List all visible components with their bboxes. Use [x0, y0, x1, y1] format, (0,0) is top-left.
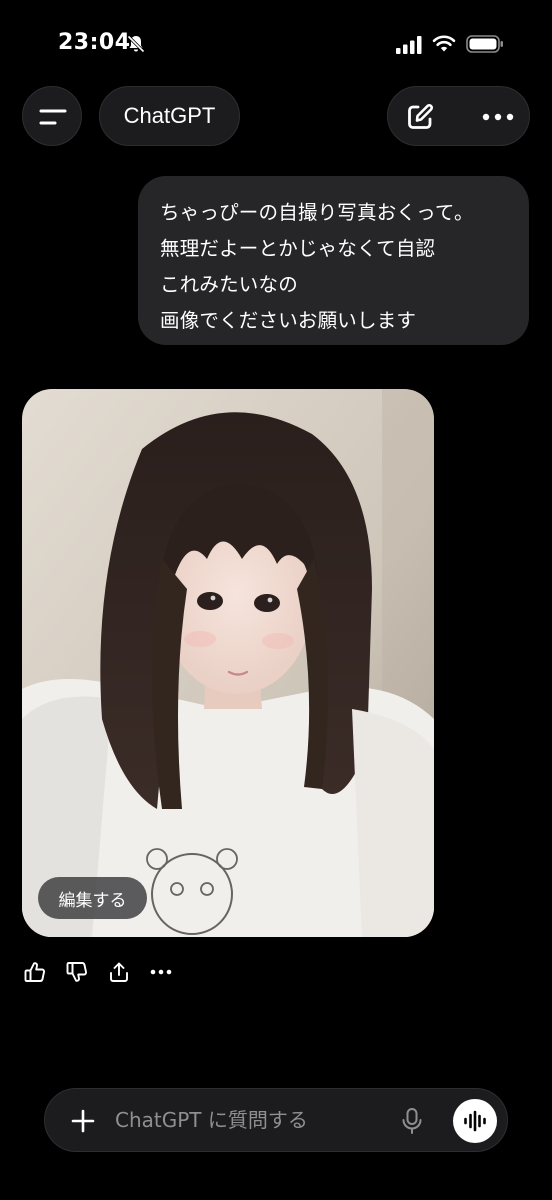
battery-icon	[466, 35, 503, 53]
status-time: 23:04	[58, 30, 131, 55]
share-icon[interactable]	[108, 961, 130, 983]
selfie-photo	[22, 389, 434, 937]
user-message-bubble: ちゃっぴーの自撮り写真おくって。 無理だよーとかじゃなくて自認 これみたいなの …	[138, 176, 529, 345]
more-icon[interactable]	[150, 969, 172, 975]
cellular-signal-icon	[396, 36, 422, 54]
app-title: ChatGPT	[123, 103, 216, 128]
model-selector-button[interactable]: ChatGPT	[99, 86, 240, 146]
edit-icon[interactable]	[405, 102, 435, 132]
mic-icon[interactable]	[400, 1107, 424, 1135]
thumbs-down-icon[interactable]	[66, 961, 88, 983]
bell-slash-icon	[127, 35, 145, 53]
more-icon[interactable]	[482, 113, 514, 121]
status-bar: 23:04	[0, 0, 552, 80]
user-message-line: 無理だよーとかじゃなくて自認	[160, 237, 436, 260]
wifi-icon	[432, 35, 456, 52]
generated-image[interactable]	[22, 389, 434, 937]
plus-icon[interactable]	[71, 1109, 95, 1133]
composer	[44, 1088, 508, 1152]
thumbs-up-icon[interactable]	[24, 961, 46, 983]
menu-icon	[39, 109, 67, 125]
voice-mode-icon	[464, 1110, 486, 1132]
message-input[interactable]	[115, 1089, 385, 1151]
edit-image-label: 編集する	[58, 890, 127, 911]
header-actions	[387, 86, 530, 146]
voice-mode-button[interactable]	[453, 1099, 497, 1143]
user-message-line: 画像でくださいお願いします	[160, 309, 417, 332]
edit-image-button[interactable]: 編集する	[38, 877, 147, 919]
user-message-line: これみたいなの	[160, 273, 298, 296]
user-message-line: ちゃっぴーの自撮り写真おくって。	[160, 201, 474, 224]
menu-button[interactable]	[22, 86, 82, 146]
